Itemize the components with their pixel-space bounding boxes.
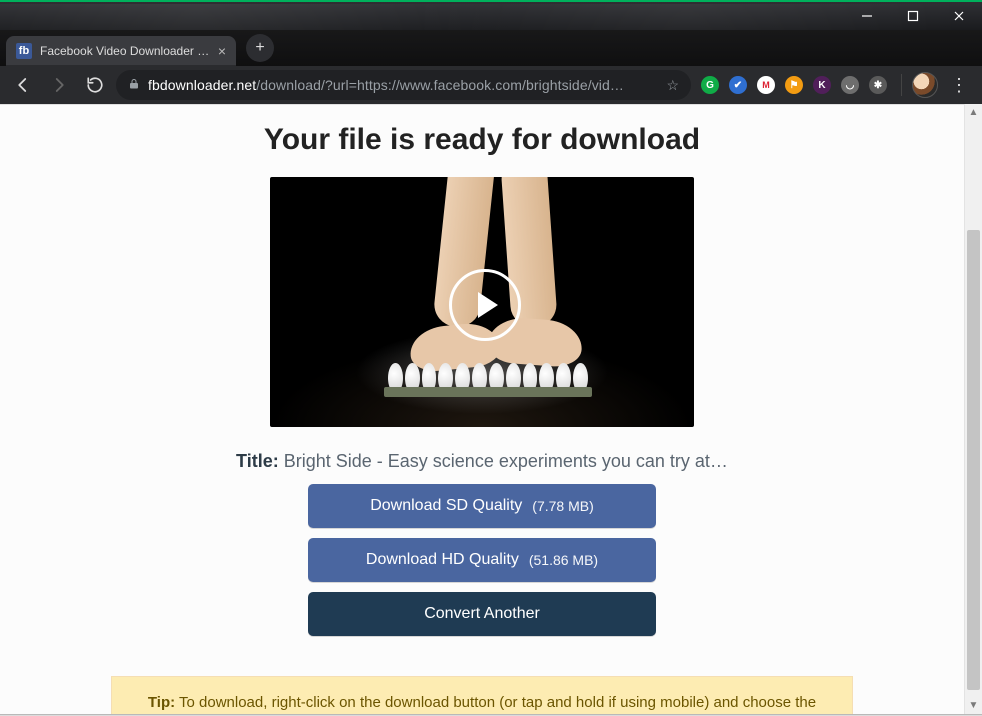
window-minimize-button[interactable] [844, 2, 890, 30]
new-tab-button[interactable]: + [246, 34, 274, 62]
download-hd-button[interactable]: Download HD Quality (51.86 MB) [308, 538, 656, 582]
scrollbar-thumb[interactable] [967, 230, 980, 690]
vertical-scrollbar[interactable]: ▲ ▼ [964, 104, 982, 714]
extension-orange-icon[interactable]: ⚑ [785, 76, 803, 94]
profile-avatar[interactable] [912, 72, 938, 98]
bookmark-star-icon[interactable]: ☆ [666, 77, 679, 94]
extension-k-icon[interactable]: K [813, 76, 831, 94]
download-hd-size: (51.86 MB) [529, 552, 598, 568]
browser-toolbar: fbdownloader.net/download/?url=https://w… [0, 66, 982, 104]
tip-text: To download, right-click on the download… [179, 694, 816, 714]
video-title-row: Title: Bright Side - Easy science experi… [236, 451, 728, 472]
convert-another-button[interactable]: Convert Another [308, 592, 656, 636]
url-text: fbdownloader.net/download/?url=https://w… [148, 77, 658, 93]
title-label: Title: [236, 451, 279, 471]
convert-another-label: Convert Another [424, 605, 540, 623]
viewport: Your file is ready for download Title: B… [0, 104, 982, 714]
download-sd-button[interactable]: Download SD Quality (7.78 MB) [308, 484, 656, 528]
download-sd-size: (7.78 MB) [532, 498, 593, 514]
back-button[interactable] [8, 70, 38, 100]
thumbnail-art [384, 387, 592, 397]
download-sd-label: Download SD Quality [370, 497, 522, 515]
window-close-button[interactable] [936, 2, 982, 30]
favicon-icon: fb [16, 43, 32, 59]
extension-check-icon[interactable]: ✔ [729, 76, 747, 94]
extension-gmail-icon[interactable]: M [757, 76, 775, 94]
reload-button[interactable] [80, 70, 110, 100]
tip-label: Tip: [148, 694, 175, 711]
video-thumbnail[interactable] [270, 177, 694, 427]
extension-icons: G ✔ M ⚑ K ◡ ✱ [697, 76, 891, 94]
address-bar[interactable]: fbdownloader.net/download/?url=https://w… [116, 70, 691, 100]
browser-tab[interactable]: fb Facebook Video Downloader - FB… × [6, 36, 236, 66]
page-heading: Your file is ready for download [264, 123, 700, 157]
browser-tabstrip: fb Facebook Video Downloader - FB… × + [0, 30, 982, 66]
tip-box: Tip: To download, right-click on the dow… [111, 676, 853, 714]
play-icon[interactable] [449, 269, 521, 341]
extension-pocket-icon[interactable]: ◡ [841, 76, 859, 94]
tab-close-icon[interactable]: × [218, 43, 226, 59]
forward-button[interactable] [44, 70, 74, 100]
lock-icon [128, 77, 140, 94]
window-maximize-button[interactable] [890, 2, 936, 30]
extension-shield-icon[interactable]: ✱ [869, 76, 887, 94]
window-titlebar [0, 0, 982, 30]
tab-title: Facebook Video Downloader - FB… [40, 44, 210, 58]
toolbar-separator [901, 74, 902, 96]
scroll-down-arrow-icon[interactable]: ▼ [965, 697, 982, 714]
browser-menu-button[interactable]: ⋮ [944, 75, 974, 96]
video-title: Bright Side - Easy science experiments y… [284, 451, 728, 471]
extension-grammarly-icon[interactable]: G [701, 76, 719, 94]
scroll-up-arrow-icon[interactable]: ▲ [965, 104, 982, 121]
download-hd-label: Download HD Quality [366, 551, 519, 569]
page-content: Your file is ready for download Title: B… [0, 104, 964, 714]
